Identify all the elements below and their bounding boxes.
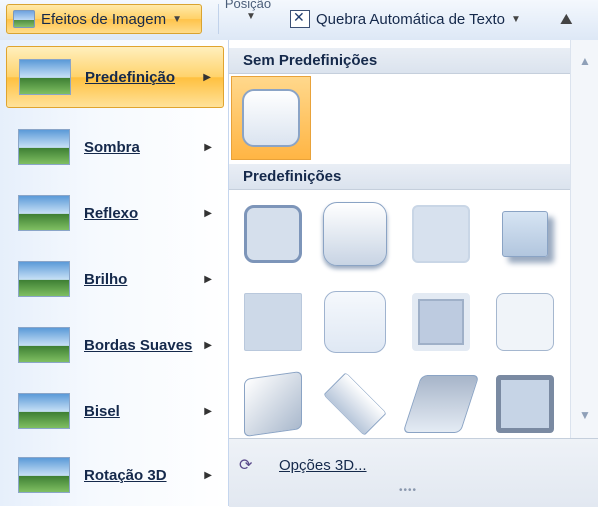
- preset-swatch: [244, 205, 302, 263]
- gallery-footer: ⟳ Opções 3D... ••••: [229, 438, 598, 507]
- bevel-thumbnail-icon: [18, 393, 70, 429]
- chevron-down-icon: ▼: [246, 11, 256, 22]
- preset-12[interactable]: [485, 362, 565, 446]
- menu-item-label: Reflexo: [84, 204, 139, 222]
- ribbon: Efeitos de Imagem ▼ Posição ▼ Quebra Aut…: [0, 0, 598, 41]
- text-wrap-button[interactable]: Quebra Automática de Texto ▼: [290, 4, 521, 34]
- image-effects-icon: [13, 10, 35, 28]
- reflection-thumbnail-icon: [18, 195, 70, 231]
- text-wrap-icon: [290, 9, 310, 28]
- preset-swatch: [496, 293, 554, 351]
- soft-edges-thumbnail-icon: [18, 327, 70, 363]
- preset-10[interactable]: [315, 362, 395, 446]
- preset-3[interactable]: [401, 192, 481, 276]
- scroll-down-icon[interactable]: ▼: [579, 408, 591, 422]
- options-3d-label: Opções 3D...: [279, 456, 367, 474]
- preset-swatch: [244, 293, 302, 351]
- options-3d-button[interactable]: ⟳ Opções 3D...: [229, 451, 367, 479]
- position-label: Posição: [224, 0, 272, 11]
- preset-swatch: [502, 211, 548, 257]
- menu-item-bordas-suaves[interactable]: Bordas Suaves ▶: [6, 314, 224, 376]
- chevron-right-icon: ▶: [203, 71, 211, 83]
- presets-header: Predefinições: [229, 164, 570, 190]
- chevron-down-icon: ▼: [511, 13, 521, 25]
- preset-swatch: [496, 375, 554, 433]
- resize-grip-icon[interactable]: ••••: [399, 485, 417, 496]
- preset-11[interactable]: [401, 362, 481, 446]
- preset-thumbnail-icon: [19, 59, 71, 95]
- menu-item-label: Bordas Suaves: [84, 336, 193, 354]
- preset-swatch: [244, 370, 302, 438]
- menu-item-label: Bisel: [84, 402, 120, 420]
- align-icon[interactable]: ⛰: [560, 4, 573, 34]
- preset-swatch: [242, 89, 300, 147]
- chevron-right-icon: ▶: [204, 273, 212, 285]
- preset-swatch: [323, 202, 387, 266]
- menu-item-rotacao-3d[interactable]: Rotação 3D ▶: [6, 444, 224, 506]
- menu-item-label: Predefinição: [85, 68, 176, 86]
- menu-item-bisel[interactable]: Bisel ▶: [6, 380, 224, 442]
- shadow-thumbnail-icon: [18, 129, 70, 165]
- preset-2[interactable]: [315, 192, 395, 276]
- menu-item-predefinicao[interactable]: Predefinição ▶: [6, 46, 224, 108]
- preset-8[interactable]: [485, 280, 565, 364]
- rotation-3d-thumbnail-icon: [18, 457, 70, 493]
- glow-thumbnail-icon: [18, 261, 70, 297]
- chevron-down-icon: ▼: [172, 13, 182, 25]
- menu-item-sombra[interactable]: Sombra ▶: [6, 116, 224, 178]
- gallery-scrollbar[interactable]: ▲ ▼: [570, 40, 598, 438]
- preset-swatch: [412, 293, 470, 351]
- preset-swatch: [412, 205, 470, 263]
- chevron-right-icon: ▶: [204, 339, 212, 351]
- image-effects-label: Efeitos de Imagem: [41, 10, 167, 28]
- preset-5[interactable]: [233, 280, 313, 364]
- options-3d-icon: ⟳: [239, 457, 253, 474]
- position-button[interactable]: Posição ▼: [224, 0, 272, 36]
- preset-gallery: Sem Predefinições Predefinições ▲ ▼ ⟳ Op…: [229, 40, 598, 507]
- chevron-right-icon: ▶: [204, 469, 212, 481]
- scroll-up-icon[interactable]: ▲: [579, 54, 591, 68]
- preset-1[interactable]: [233, 192, 313, 276]
- chevron-right-icon: ▶: [204, 141, 212, 153]
- preset-6[interactable]: [315, 280, 395, 364]
- ribbon-separator: [218, 4, 219, 34]
- menu-item-label: Rotação 3D: [84, 466, 167, 484]
- menu-item-label: Sombra: [84, 138, 140, 156]
- preset-swatch: [324, 291, 386, 353]
- chevron-right-icon: ▶: [204, 207, 212, 219]
- chevron-right-icon: ▶: [204, 405, 212, 417]
- effects-menu: Predefinição ▶ Sombra ▶ Reflexo ▶ Brilho…: [0, 40, 229, 506]
- preset-4[interactable]: [485, 192, 565, 276]
- preset-9[interactable]: [233, 362, 313, 446]
- image-effects-button[interactable]: Efeitos de Imagem ▼: [6, 4, 202, 34]
- menu-item-reflexo[interactable]: Reflexo ▶: [6, 182, 224, 244]
- text-wrap-label: Quebra Automática de Texto: [316, 10, 506, 28]
- preset-none[interactable]: [231, 76, 311, 160]
- preset-swatch: [323, 372, 387, 436]
- menu-item-brilho[interactable]: Brilho ▶: [6, 248, 224, 310]
- preset-7[interactable]: [401, 280, 481, 364]
- menu-item-label: Brilho: [84, 270, 128, 288]
- no-presets-header: Sem Predefinições: [229, 48, 570, 74]
- preset-swatch: [402, 375, 480, 433]
